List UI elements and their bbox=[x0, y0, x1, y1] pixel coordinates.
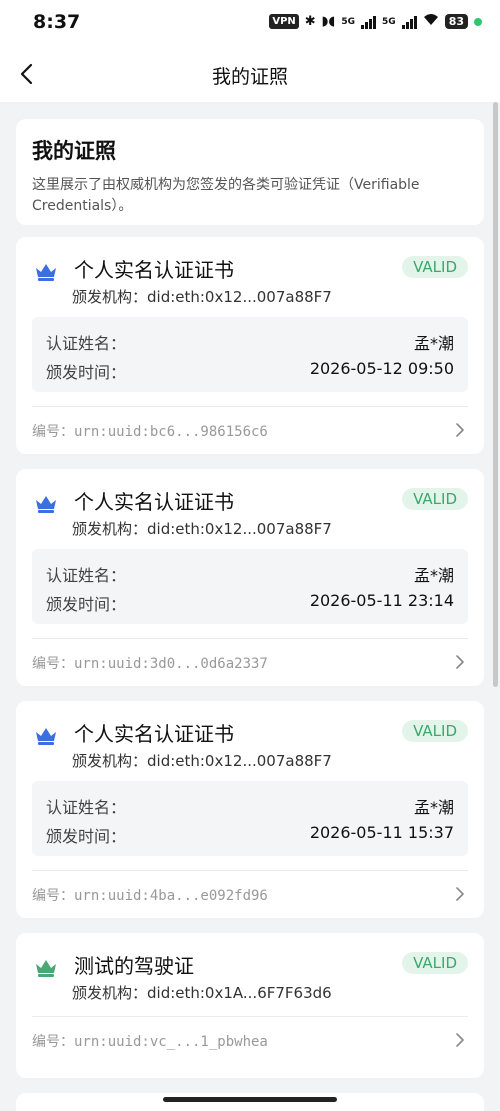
time-row: 颁发时间： 2026-05-11 15:37 bbox=[46, 823, 454, 846]
time-label: 颁发时间： bbox=[46, 595, 127, 614]
info-box: 认证姓名： 孟*潮 颁发时间： 2026-05-11 23:14 bbox=[32, 549, 468, 624]
chevron-right-icon[interactable] bbox=[452, 1032, 468, 1048]
issuer-text: 颁发机构：did:eth:0x12...007a88F7 bbox=[72, 288, 332, 306]
intro-panel: 我的证照 这里展示了由权威机构为您签发的各类可验证凭证（Verifiable C… bbox=[16, 119, 484, 225]
content-area[interactable]: 我的证照 这里展示了由权威机构为您签发的各类可验证凭证（Verifiable C… bbox=[0, 102, 500, 1111]
divider bbox=[32, 870, 468, 871]
time-row: 颁发时间： 2026-05-12 09:50 bbox=[46, 359, 454, 382]
crown-icon bbox=[36, 264, 56, 281]
intro-title: 我的证照 bbox=[32, 139, 116, 163]
info-box: 认证姓名： 孟*潮 颁发时间： 2026-05-11 15:37 bbox=[32, 781, 468, 856]
network-type-2: 5G bbox=[382, 16, 396, 27]
credential-title: 个人实名认证证书 bbox=[74, 722, 234, 746]
vpn-icon: VPN bbox=[269, 14, 299, 29]
name-label: 认证姓名： bbox=[46, 798, 127, 817]
serial-number: 编号：urn:uuid:4ba...e092fd96 bbox=[32, 888, 268, 904]
credential-title: 个人实名认证证书 bbox=[74, 490, 234, 514]
chevron-right-icon[interactable] bbox=[452, 422, 468, 438]
intro-description: 这里展示了由权威机构为您签发的各类可验证凭证（Verifiable Creden… bbox=[32, 177, 420, 214]
time-label: 颁发时间： bbox=[46, 827, 127, 846]
status-bar: 8:37 VPN ✱ ◗◖ 5G 5G 83 bbox=[0, 0, 500, 46]
name-value: 孟*潮 bbox=[413, 334, 454, 353]
credential-card[interactable]: 个人实名认证证书 VALID 颁发机构：did:eth:0x12...007a8… bbox=[16, 701, 484, 918]
earbuds-icon: ◗◖ bbox=[321, 14, 336, 29]
wifi-icon bbox=[423, 13, 439, 30]
status-badge: VALID bbox=[402, 952, 468, 974]
nav-bar: 我的证照 bbox=[0, 46, 500, 102]
crown-icon bbox=[36, 496, 56, 513]
battery-icon: 83 bbox=[444, 14, 468, 29]
signal-icon-1 bbox=[361, 15, 377, 29]
divider bbox=[32, 406, 468, 407]
name-label: 认证姓名： bbox=[46, 566, 127, 585]
time-row: 颁发时间： 2026-05-11 23:14 bbox=[46, 591, 454, 614]
divider bbox=[32, 1016, 468, 1017]
page-title: 我的证照 bbox=[211, 66, 288, 88]
name-row: 认证姓名： 孟*潮 bbox=[46, 330, 454, 353]
divider bbox=[32, 638, 468, 639]
credential-card-partial[interactable] bbox=[16, 1093, 484, 1111]
credential-title: 个人实名认证证书 bbox=[74, 258, 234, 282]
name-value: 孟*潮 bbox=[413, 798, 454, 817]
issuer-text: 颁发机构：did:eth:0x12...007a88F7 bbox=[72, 520, 332, 538]
credential-card[interactable]: 个人实名认证证书 VALID 颁发机构：did:eth:0x12...007a8… bbox=[16, 469, 484, 686]
status-icons: VPN ✱ ◗◖ 5G 5G 83 bbox=[269, 13, 482, 30]
serial-number: 编号：urn:uuid:3d0...0d6a2337 bbox=[32, 656, 268, 672]
bluetooth-icon: ✱ bbox=[304, 14, 316, 29]
info-box: 认证姓名： 孟*潮 颁发时间： 2026-05-12 09:50 bbox=[32, 317, 468, 392]
time-value: 2026-05-11 15:37 bbox=[309, 823, 454, 842]
credential-title: 测试的驾驶证 bbox=[74, 954, 194, 978]
serial-number: 编号：urn:uuid:vc_...1_pbwhea bbox=[32, 1034, 268, 1050]
scrollbar[interactable] bbox=[493, 102, 498, 687]
crown-icon bbox=[36, 960, 56, 977]
status-badge: VALID bbox=[402, 256, 468, 278]
status-badge: VALID bbox=[402, 488, 468, 510]
issuer-text: 颁发机构：did:eth:0x1A...6F7F63d6 bbox=[72, 984, 332, 1002]
credential-card[interactable]: 测试的驾驶证 VALID 颁发机构：did:eth:0x1A...6F7F63d… bbox=[16, 933, 484, 1078]
name-row: 认证姓名： 孟*潮 bbox=[46, 794, 454, 817]
chevron-right-icon[interactable] bbox=[452, 654, 468, 670]
name-label: 认证姓名： bbox=[46, 334, 127, 353]
home-indicator[interactable] bbox=[163, 1097, 337, 1102]
status-time: 8:37 bbox=[33, 11, 81, 33]
credential-card[interactable]: 个人实名认证证书 VALID 颁发机构：did:eth:0x12...007a8… bbox=[16, 237, 484, 454]
name-row: 认证姓名： 孟*潮 bbox=[46, 562, 454, 585]
time-label: 颁发时间： bbox=[46, 363, 127, 382]
time-value: 2026-05-11 23:14 bbox=[309, 591, 454, 610]
time-value: 2026-05-12 09:50 bbox=[309, 359, 454, 378]
serial-number: 编号：urn:uuid:bc6...986156c6 bbox=[32, 424, 268, 440]
indicator-dot-icon bbox=[474, 17, 482, 26]
chevron-right-icon[interactable] bbox=[452, 886, 468, 902]
status-badge: VALID bbox=[402, 720, 468, 742]
issuer-text: 颁发机构：did:eth:0x12...007a88F7 bbox=[72, 752, 332, 770]
network-type-1: 5G bbox=[341, 16, 356, 27]
signal-icon-2 bbox=[401, 15, 417, 29]
name-value: 孟*潮 bbox=[413, 566, 454, 585]
crown-icon bbox=[36, 728, 56, 745]
